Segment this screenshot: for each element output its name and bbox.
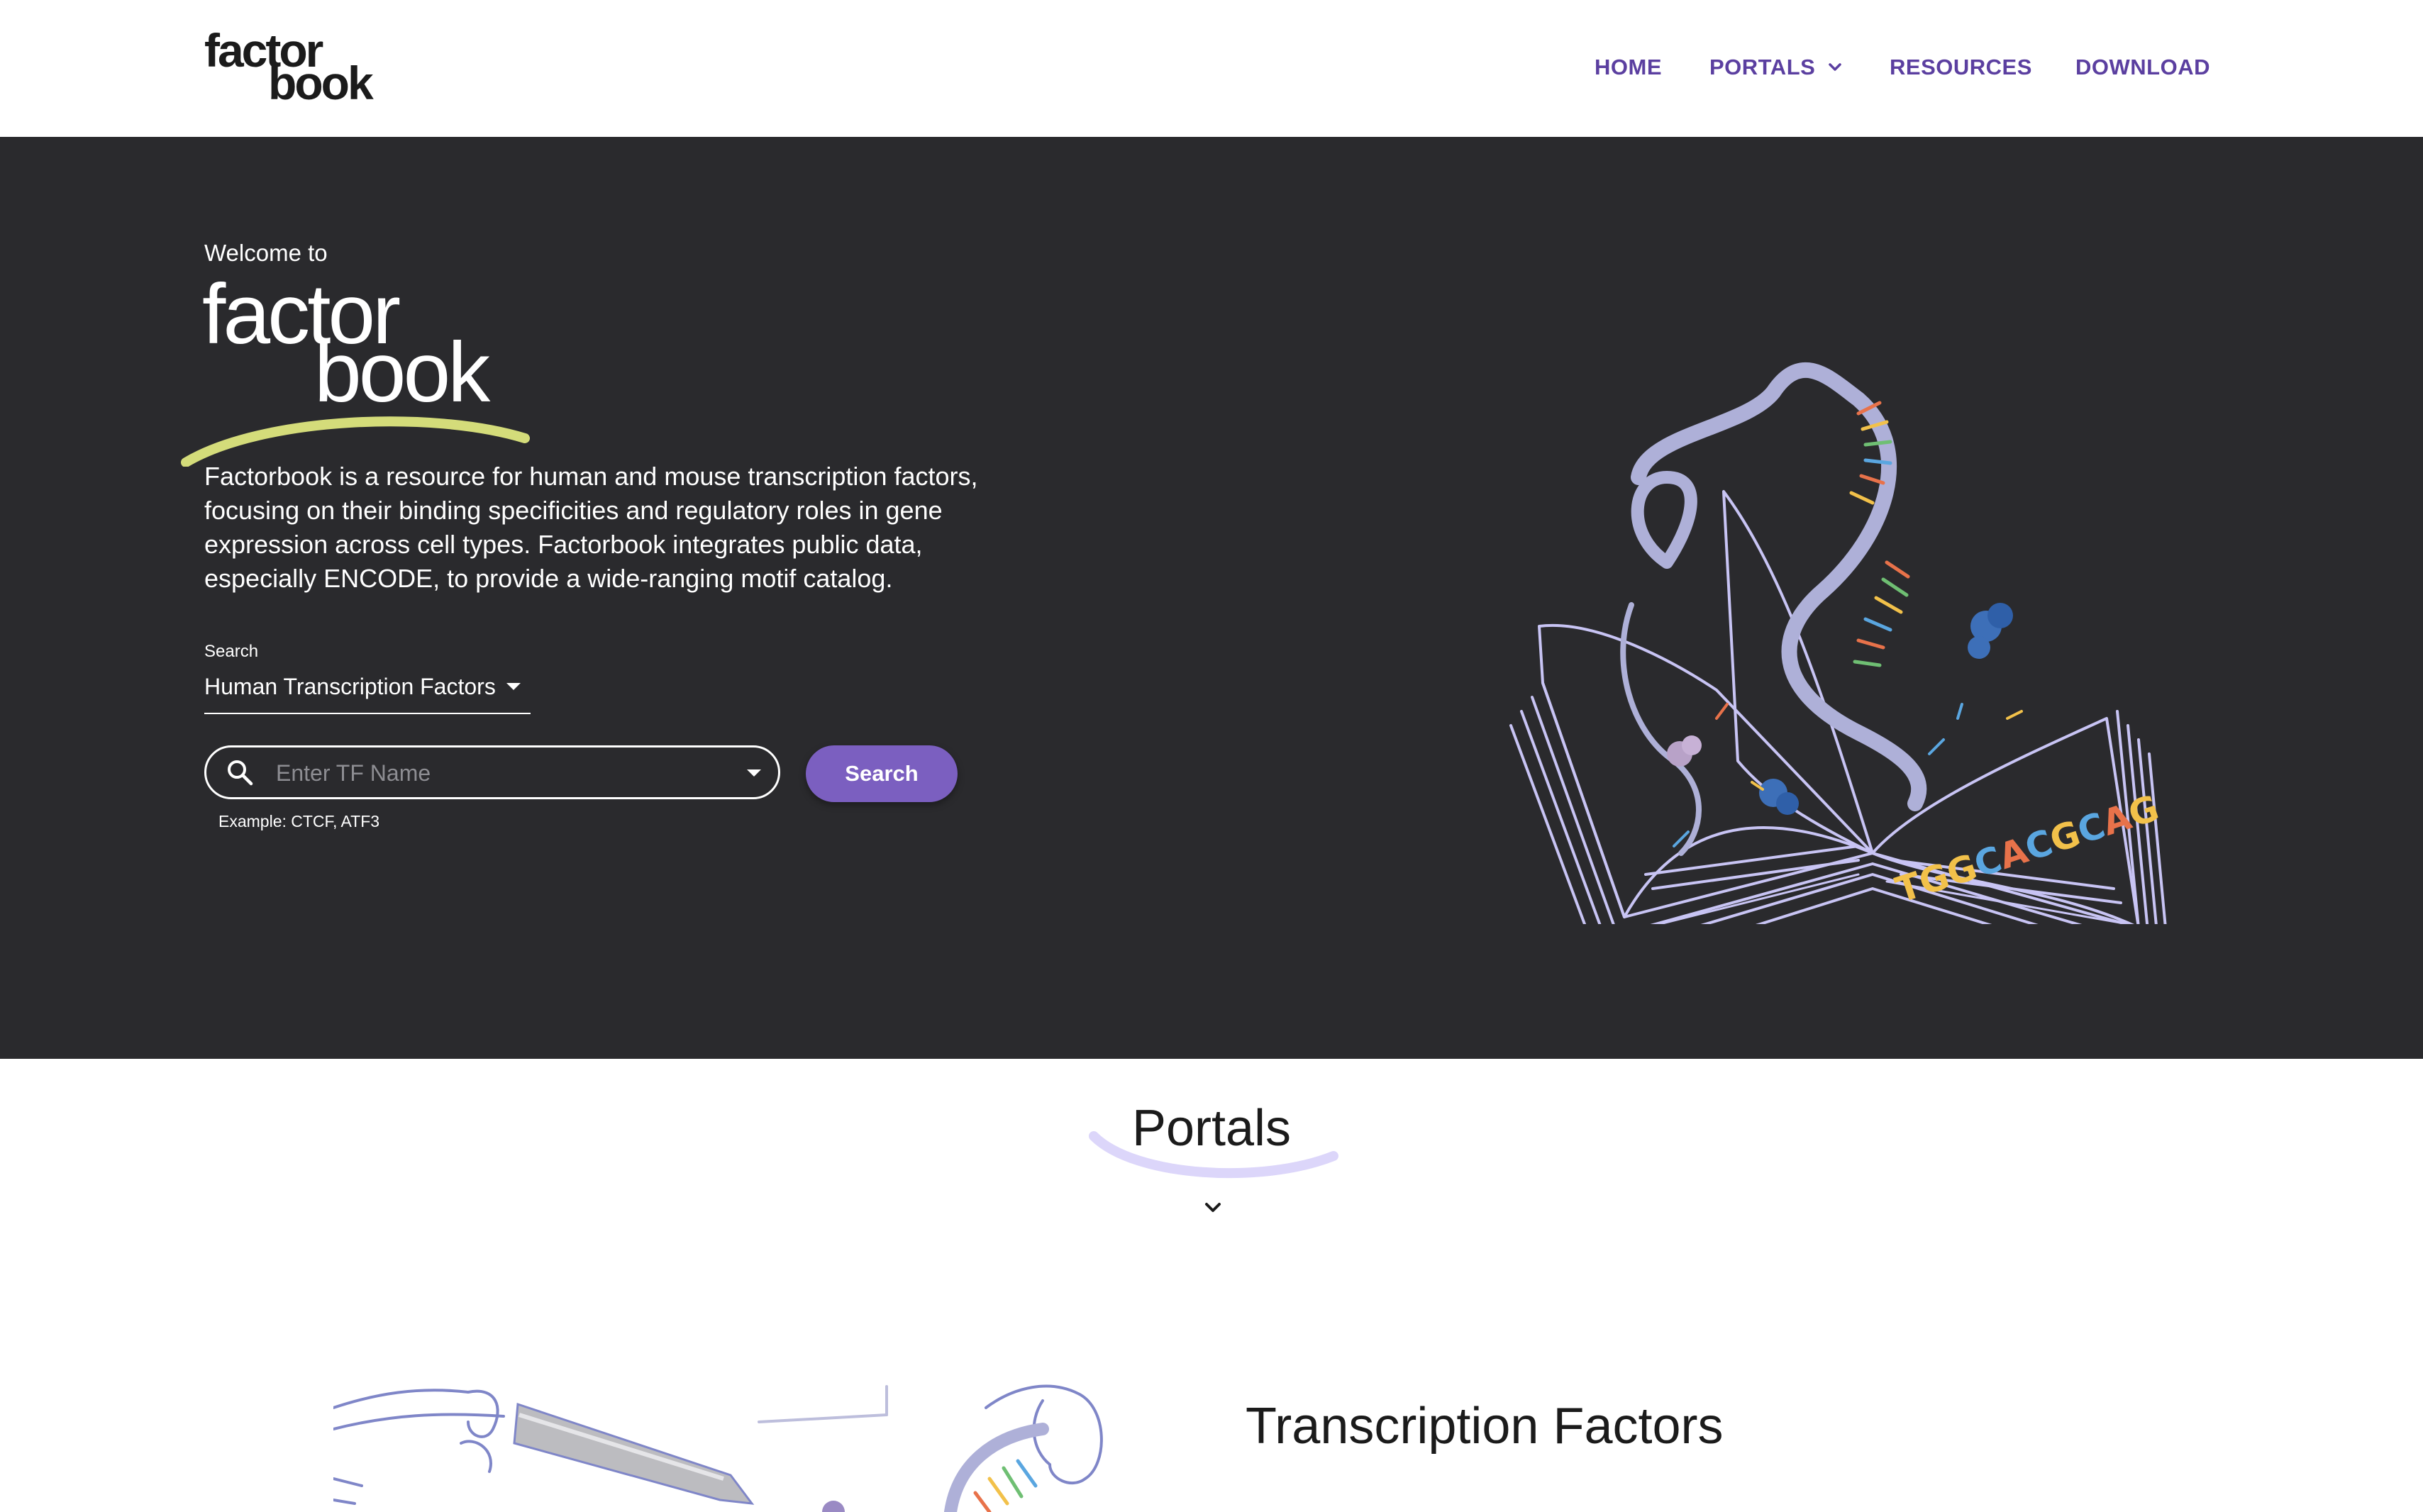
transcription-factors-illustration — [333, 1365, 1108, 1512]
search-label: Search — [204, 642, 259, 661]
transcription-factors-heading: Transcription Factors — [1246, 1398, 1724, 1455]
chevron-down-icon[interactable] — [1824, 50, 1846, 85]
nav-download[interactable]: DOWNLOAD — [2075, 50, 2210, 85]
nav-home[interactable]: HOME — [1595, 50, 1662, 85]
search-example: Example: CTCF, ATF3 — [218, 812, 380, 830]
portals-heading: Portals — [1131, 1100, 1292, 1157]
caret-down-icon[interactable] — [747, 769, 761, 777]
top-header: factor book HOME PORTALS RESOURCES DOWNL… — [0, 0, 2423, 137]
search-type-value: Human Transcription Factors — [204, 674, 496, 699]
caret-down-icon — [506, 683, 521, 690]
search-type-select[interactable]: Human Transcription Factors — [204, 670, 531, 714]
nav-resources[interactable]: RESOURCES — [1890, 50, 2032, 85]
search-icon — [228, 760, 253, 786]
welcome-text: Welcome to — [204, 240, 328, 266]
hero-section: Welcome to factor book Factorbook is a r… — [0, 137, 2423, 1059]
logo-swoosh — [181, 416, 530, 467]
logo-line-2: book — [268, 57, 374, 109]
factorbook-logo[interactable]: factor book — [204, 27, 389, 109]
tf-search-box[interactable] — [204, 745, 780, 799]
search-button[interactable]: Search — [806, 745, 958, 802]
book-dna-illustration: TGGCACGCAG — [1509, 362, 2167, 924]
hero-description: Factorbook is a resource for human and m… — [204, 462, 978, 593]
nav-portals[interactable]: PORTALS — [1709, 50, 1815, 85]
tf-name-input[interactable] — [275, 755, 717, 791]
chevron-down-icon[interactable] — [1200, 1200, 1226, 1216]
